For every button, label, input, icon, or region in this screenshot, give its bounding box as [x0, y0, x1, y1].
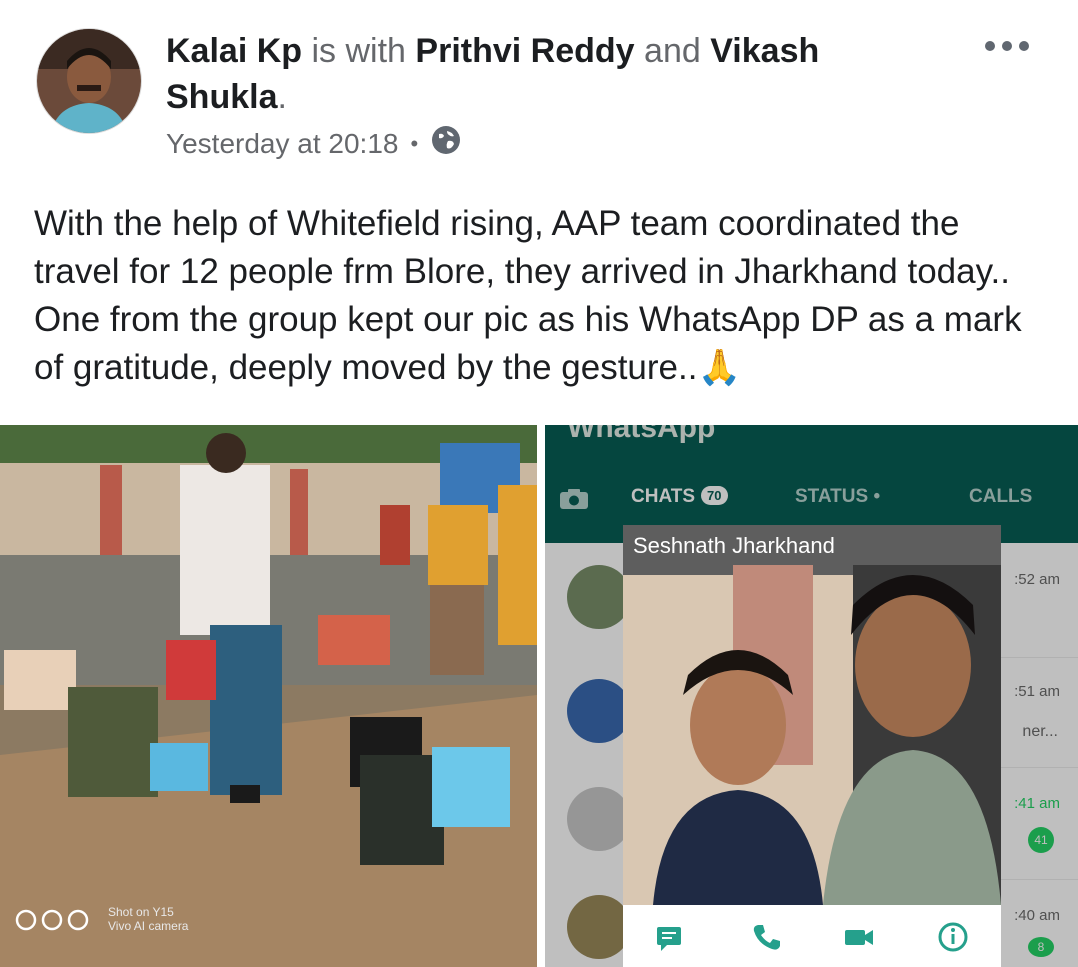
camera-icon[interactable]: [559, 488, 589, 510]
author-avatar[interactable]: [36, 28, 142, 134]
post-header: Kalai Kp is with Prithvi Reddy and Vikas…: [166, 28, 926, 120]
more-options-button[interactable]: [985, 36, 1029, 56]
profile-action-bar: [623, 905, 1001, 967]
camera-watermark-icon: [15, 909, 89, 931]
chat-avatar[interactable]: [567, 679, 631, 743]
profile-name: Seshnath Jharkhand: [633, 533, 835, 558]
post-text: With the help of Whitefield rising, AAP …: [34, 204, 1022, 387]
chats-count-badge: 70: [701, 486, 728, 505]
chat-time: :40 am: [1014, 907, 1060, 924]
dot-icon: [1002, 41, 1012, 51]
chat-snippet: ner...: [1022, 723, 1058, 740]
chat-time: :52 am: [1014, 571, 1060, 588]
chat-avatar[interactable]: [567, 787, 631, 851]
tagged-person-1[interactable]: Prithvi Reddy: [415, 32, 634, 70]
post-body: With the help of Whitefield rising, AAP …: [34, 200, 1054, 392]
globe-icon[interactable]: [430, 124, 462, 163]
folded-hands-emoji: 🙏: [697, 348, 742, 387]
post-timestamp[interactable]: Yesterday at 20:18: [166, 128, 398, 160]
dot-icon: [1019, 41, 1029, 51]
meta-separator: •: [410, 130, 419, 156]
profile-photo-popup[interactable]: Seshnath Jharkhand: [623, 525, 1001, 967]
watermark-line-1: Shot on Y15: [108, 905, 174, 919]
with-connector: is with: [311, 32, 406, 70]
watermark-text: Shot on Y15 Vivo AI camera: [108, 905, 188, 933]
unread-count-badge: 8: [1028, 937, 1054, 957]
message-icon[interactable]: [651, 919, 687, 955]
tab-chats-label: CHATS: [631, 486, 696, 507]
whatsapp-tabs: CHATS 70 STATUS • CALLS: [545, 480, 1078, 520]
chat-avatar[interactable]: [567, 895, 631, 959]
author-name[interactable]: Kalai Kp: [166, 32, 302, 70]
info-icon[interactable]: [935, 919, 971, 955]
whatsapp-screenshot[interactable]: WhatsApp CHATS 70 STATUS • CALLS :52 am :…: [545, 425, 1078, 967]
and-connector: and: [644, 32, 701, 70]
chat-time: :41 am: [1014, 795, 1060, 812]
tab-calls[interactable]: CALLS: [969, 486, 1032, 508]
unread-count-badge: 41: [1028, 827, 1054, 853]
whatsapp-app-title: WhatsApp: [567, 425, 716, 444]
chat-avatar[interactable]: [567, 565, 631, 629]
post-meta: Yesterday at 20:18 •: [166, 124, 462, 163]
tab-status[interactable]: STATUS •: [795, 486, 880, 508]
watermark-line-2: Vivo AI camera: [108, 919, 189, 933]
group-photo[interactable]: Shot on Y15 Vivo AI camera: [0, 425, 537, 967]
header-period: .: [277, 78, 287, 116]
tab-chats[interactable]: CHATS 70: [631, 486, 728, 508]
chat-time: :51 am: [1014, 683, 1060, 700]
call-icon[interactable]: [748, 919, 784, 955]
dot-icon: [985, 41, 995, 51]
video-icon[interactable]: [841, 919, 877, 955]
